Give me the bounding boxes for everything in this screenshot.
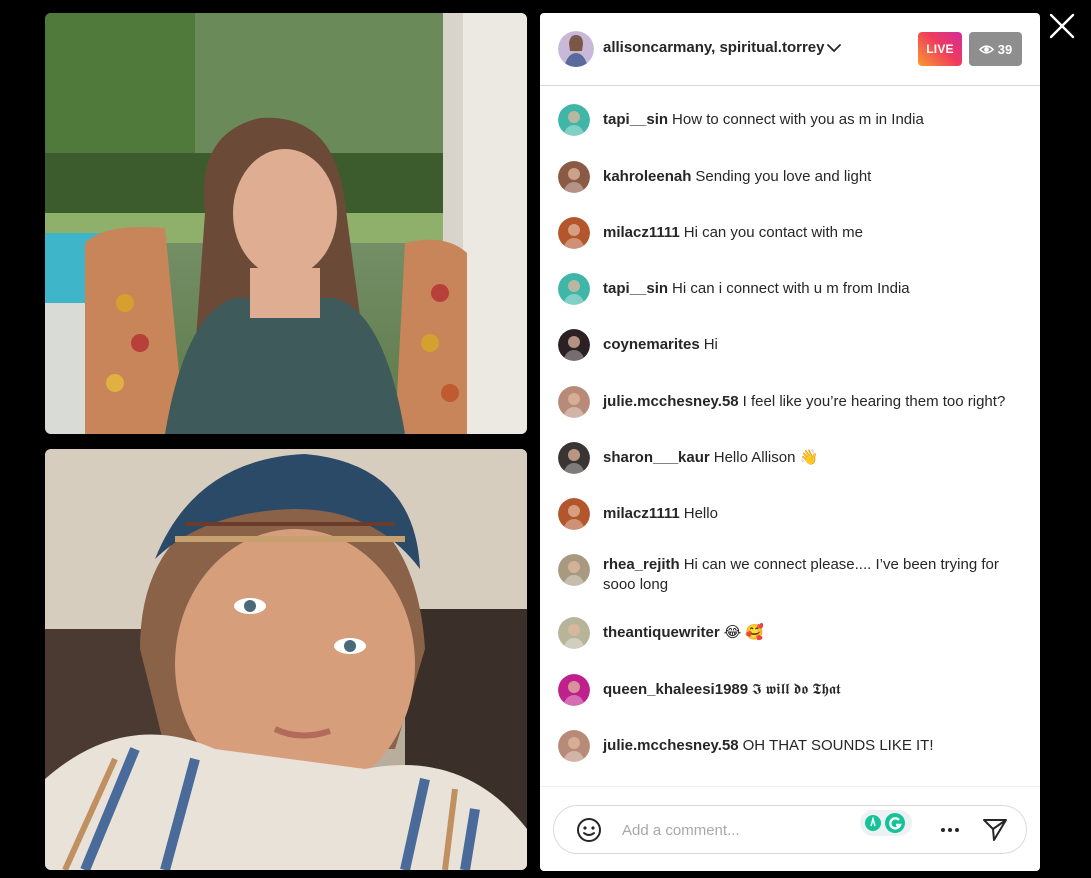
video-stream-guest [45, 449, 527, 870]
comment-text: julie.mcchesney.58 OH THAT SOUNDS LIKE IT… [603, 730, 1023, 756]
comment-text: queen_khaleesi1989 𝕴 𝖜𝖎𝖑𝖑 𝖉𝖔 𝕿𝖍𝖆𝖙 [603, 674, 1023, 700]
commenter-avatar[interactable] [558, 554, 590, 586]
more-icon [941, 828, 959, 832]
comment-item: queen_khaleesi1989 𝕴 𝖜𝖎𝖑𝖑 𝖉𝖔 𝕿𝖍𝖆𝖙 [558, 674, 1028, 706]
grammarly-widget[interactable] [860, 810, 912, 836]
comment-input[interactable] [622, 818, 852, 842]
comment-username[interactable]: queen_khaleesi1989 [603, 681, 748, 698]
chevron-down-icon [827, 43, 842, 52]
comment-text: theantiquewriter 😂 🥰 [603, 617, 1023, 643]
comment-username[interactable]: milacz1111 [603, 224, 680, 241]
commenter-avatar[interactable] [558, 329, 590, 361]
comment-username[interactable]: tapi__sin [603, 280, 668, 297]
commenter-avatar[interactable] [558, 498, 590, 530]
commenter-avatar[interactable] [558, 617, 590, 649]
comment-item: tapi__sin Hi can i connect with u m from … [558, 273, 1028, 305]
commenter-avatar[interactable] [558, 442, 590, 474]
comment-box [553, 805, 1027, 854]
comment-username[interactable]: kahroleenah [603, 168, 691, 185]
comment-text: milacz1111 Hi can you contact with me [603, 217, 1023, 243]
commenter-avatar[interactable] [558, 104, 590, 136]
eye-icon [978, 44, 994, 54]
live-badge: LIVE [918, 32, 962, 66]
comment-composer [540, 786, 1040, 871]
comment-message: Hi can i connect with u m from India [672, 280, 910, 297]
emoji-button[interactable] [576, 817, 602, 843]
comment-item: theantiquewriter 😂 🥰 [558, 617, 1028, 649]
comment-item: milacz1111 Hi can you contact with me [558, 217, 1028, 249]
send-icon [983, 819, 1007, 841]
host-names-dropdown[interactable]: allisoncarmany, spiritual.torrey [603, 39, 842, 56]
comment-message: I feel like you’re hearing them too righ… [742, 393, 1006, 410]
comment-text: milacz1111 Hello [603, 498, 1023, 524]
more-options-button[interactable] [938, 818, 962, 842]
comment-message: 😂 🥰 [723, 624, 765, 641]
comment-item: kahroleenah Sending you love and light [558, 161, 1028, 193]
commenter-avatar[interactable] [558, 386, 590, 418]
viewer-count-badge[interactable]: 39 [969, 32, 1022, 66]
viewer-count: 39 [997, 41, 1013, 57]
comment-username[interactable]: coynemarites [603, 336, 700, 353]
comment-message: How to connect with you as m in India [672, 111, 924, 128]
comment-message: Hi [703, 336, 718, 353]
live-header: allisoncarmany, spiritual.torrey LIVE 39 [540, 13, 1040, 86]
host-avatar[interactable] [558, 31, 594, 67]
comment-item: milacz1111 Hello [558, 498, 1028, 530]
comment-message: Hello Allison 👋 [713, 449, 819, 466]
comment-item: sharon___kaur Hello Allison 👋 [558, 442, 1028, 474]
comment-message: Sending you love and light [695, 168, 872, 185]
comment-item: tapi__sin How to connect with you as m in… [558, 104, 1028, 136]
comment-message: Hi can you contact with me [683, 224, 863, 241]
comment-username[interactable]: milacz1111 [603, 505, 680, 522]
comment-message: Hello [683, 505, 718, 522]
live-chat-panel: allisoncarmany, spiritual.torrey LIVE 39… [540, 13, 1040, 871]
comment-text: sharon___kaur Hello Allison 👋 [603, 442, 1023, 468]
comment-text: tapi__sin How to connect with you as m in… [603, 104, 1023, 130]
comment-text: coynemarites Hi [603, 329, 1023, 355]
comment-username[interactable]: theantiquewriter [603, 624, 720, 641]
comment-item: rhea_rejith Hi can we connect please.... … [558, 554, 1028, 595]
close-icon [1049, 13, 1075, 39]
comment-item: coynemarites Hi [558, 329, 1028, 361]
comment-message: 𝕴 𝖜𝖎𝖑𝖑 𝖉𝖔 𝕿𝖍𝖆𝖙 [752, 681, 841, 698]
commenter-avatar[interactable] [558, 273, 590, 305]
comment-message: OH THAT SOUNDS LIKE IT! [742, 737, 934, 754]
comment-item: julie.mcchesney.58 OH THAT SOUNDS LIKE IT… [558, 730, 1028, 762]
comment-username[interactable]: sharon___kaur [603, 449, 710, 466]
comment-text: rhea_rejith Hi can we connect please.... … [603, 554, 1023, 595]
comment-list[interactable]: tapi__sin How to connect with you as m in… [540, 87, 1040, 787]
send-button[interactable] [981, 816, 1009, 844]
comment-text: tapi__sin Hi can i connect with u m from … [603, 273, 1023, 299]
comment-text: julie.mcchesney.58 I feel like you’re hea… [603, 386, 1023, 412]
video-stream-host [45, 13, 527, 434]
commenter-avatar[interactable] [558, 674, 590, 706]
commenter-avatar[interactable] [558, 730, 590, 762]
host-names-label: allisoncarmany, spiritual.torrey [603, 39, 825, 56]
commenter-avatar[interactable] [558, 217, 590, 249]
comment-username[interactable]: rhea_rejith [603, 556, 680, 573]
comment-username[interactable]: tapi__sin [603, 111, 668, 128]
comment-username[interactable]: julie.mcchesney.58 [603, 393, 739, 410]
emoji-icon [577, 818, 601, 842]
comment-text: kahroleenah Sending you love and light [603, 161, 1023, 187]
comment-item: julie.mcchesney.58 I feel like you’re hea… [558, 386, 1028, 418]
close-button[interactable] [1046, 10, 1078, 42]
grammarly-icon [865, 813, 905, 833]
commenter-avatar[interactable] [558, 161, 590, 193]
comment-username[interactable]: julie.mcchesney.58 [603, 737, 739, 754]
